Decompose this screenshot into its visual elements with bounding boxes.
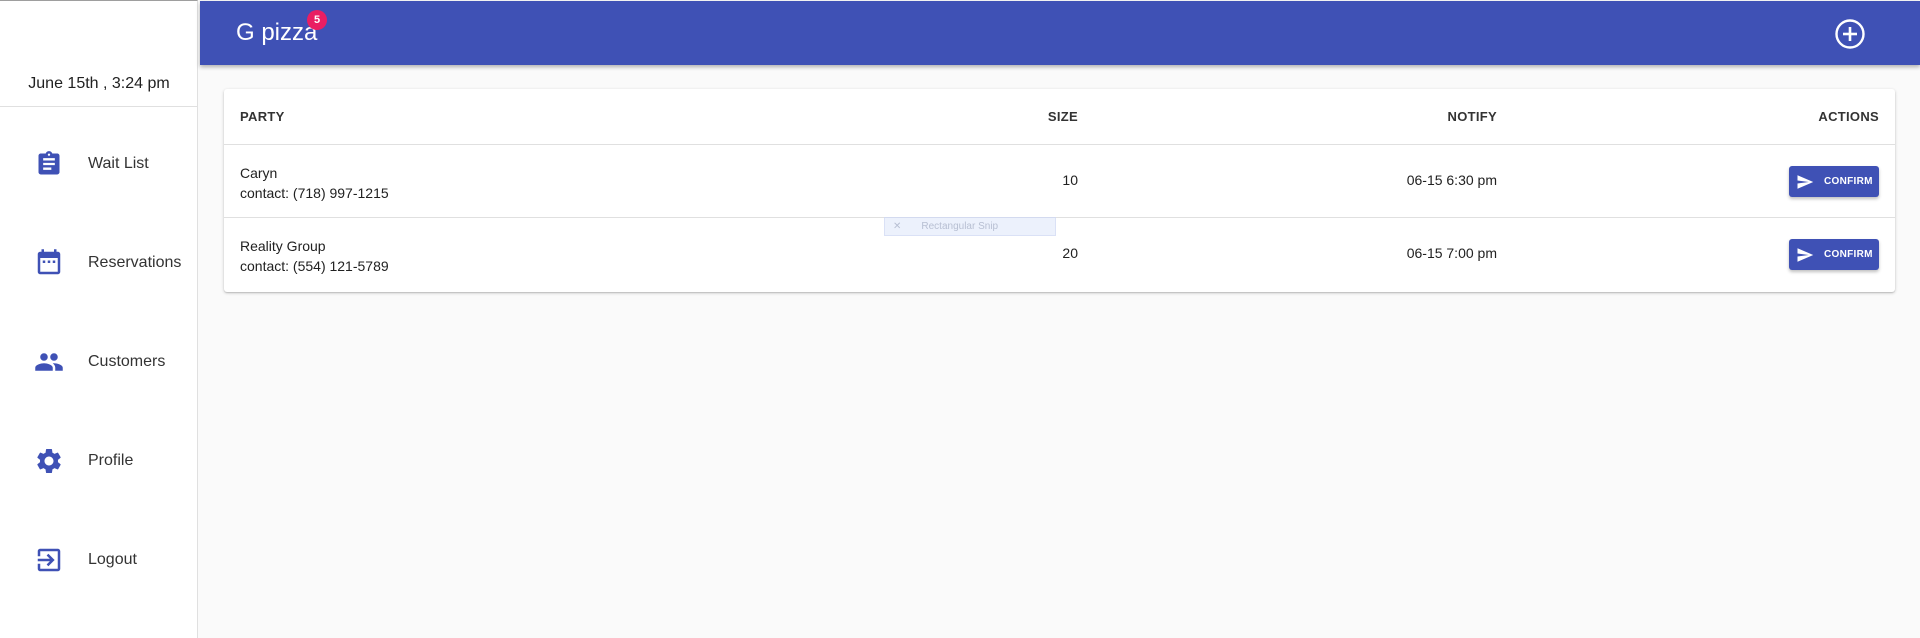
confirm-label: CONFIRM — [1824, 176, 1873, 187]
sidebar-item-customers[interactable]: Customers — [0, 332, 198, 392]
sidebar-item-label: Logout — [88, 551, 137, 568]
party-cell: Reality Group contact: (554) 121-5789 — [240, 238, 389, 274]
confirm-label: CONFIRM — [1824, 249, 1873, 260]
party-size: 10 — [1062, 172, 1078, 188]
people-icon — [34, 347, 64, 377]
table-header-row: PARTY SIZE NOTIFY ACTIONS — [224, 89, 1895, 145]
party-name: Reality Group — [240, 238, 326, 254]
confirm-button[interactable]: CONFIRM — [1789, 166, 1879, 197]
app-header: G pizza 5 — [200, 1, 1920, 65]
sidebar-item-profile[interactable]: Profile — [0, 431, 198, 491]
sidebar-item-label: Customers — [88, 353, 166, 370]
table-row: Reality Group contact: (554) 121-5789 20… — [224, 218, 1895, 292]
column-header-notify: NOTIFY — [1447, 109, 1497, 124]
current-datetime: June 15th , 3:24 pm — [28, 75, 170, 92]
app-title: G pizza — [236, 19, 318, 46]
sidebar-item-label: Reservations — [88, 254, 182, 271]
add-circle-icon[interactable] — [1834, 18, 1866, 50]
table-row: Caryn contact: (718) 997-1215 10 06-15 6… — [224, 145, 1895, 218]
column-header-size: SIZE — [1047, 109, 1078, 124]
sidebar-item-label: Wait List — [88, 155, 149, 172]
confirm-button[interactable]: CONFIRM — [1789, 239, 1879, 270]
sidebar-item-logout[interactable]: Logout — [0, 530, 198, 590]
notification-badge[interactable]: 5 — [307, 10, 327, 30]
sidebar-item-reservations[interactable]: Reservations — [0, 233, 198, 293]
sidebar-divider — [0, 106, 198, 107]
party-cell: Caryn contact: (718) 997-1215 — [240, 165, 389, 201]
party-contact: contact: (554) 121-5789 — [240, 258, 389, 274]
logout-icon — [34, 545, 64, 575]
clipboard-icon — [34, 149, 64, 179]
column-header-actions: ACTIONS — [1818, 109, 1879, 124]
rectangular-snip-overlay: ✕ Rectangular Snip — [884, 217, 1056, 236]
column-header-party: PARTY — [240, 109, 285, 124]
close-icon: ✕ — [893, 221, 902, 232]
gear-icon — [34, 446, 64, 476]
sidebar-item-label: Profile — [88, 452, 134, 469]
party-name: Caryn — [240, 165, 278, 181]
sidebar: June 15th , 3:24 pm Wait List Reservatio… — [0, 0, 198, 638]
waitlist-table: PARTY SIZE NOTIFY ACTIONS Caryn contact:… — [224, 89, 1895, 292]
snip-label: Rectangular Snip — [921, 221, 999, 232]
notify-time: 06-15 7:00 pm — [1406, 245, 1497, 261]
party-contact: contact: (718) 997-1215 — [240, 185, 389, 201]
sidebar-item-wait-list[interactable]: Wait List — [0, 134, 198, 194]
notify-time: 06-15 6:30 pm — [1406, 172, 1497, 188]
send-icon — [1797, 174, 1814, 189]
send-icon — [1797, 247, 1814, 262]
party-size: 20 — [1062, 245, 1078, 261]
calendar-icon — [34, 248, 64, 278]
